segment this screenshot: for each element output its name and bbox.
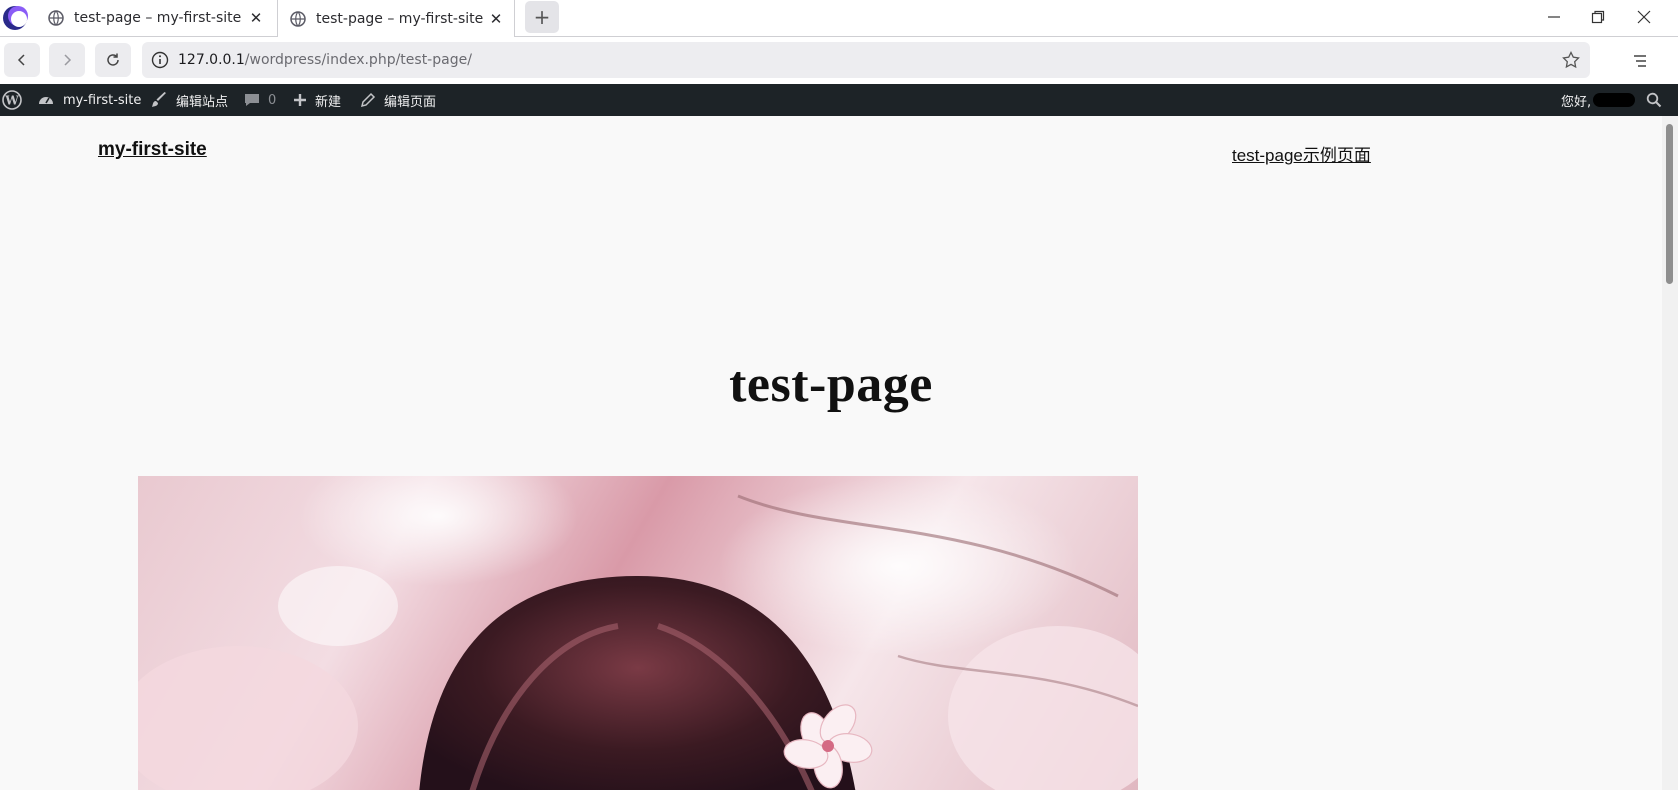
chevron-left-icon (17, 54, 25, 66)
admin-customize-label: 编辑站点 (176, 94, 229, 110)
browser-logo-icon[interactable] (0, 3, 30, 33)
close-tab-icon[interactable]: ✕ (244, 9, 268, 27)
page-scrollbar[interactable] (1662, 116, 1678, 790)
site-title-link[interactable]: my-first-site (98, 139, 207, 161)
info-icon[interactable] (151, 51, 169, 69)
globe-icon (48, 10, 64, 26)
close-window-icon[interactable] (1622, 0, 1666, 34)
url-host: 127.0.0.1 (178, 52, 245, 68)
nav-page-link[interactable]: test-page示例页面 (1232, 141, 1371, 166)
dashboard-icon (39, 97, 53, 104)
address-bar[interactable]: 127.0.0.1/wordpress/index.php/test-page/ (142, 42, 1590, 78)
page-title: test-page (729, 355, 933, 413)
reload-icon (107, 53, 119, 66)
new-tab-button[interactable]: + (525, 1, 559, 33)
minimize-icon[interactable] (1532, 0, 1576, 34)
bookmark-star-icon[interactable] (1562, 51, 1580, 69)
page-content: my-first-site test-page示例页面 test-page (0, 116, 1662, 790)
redacted-username (1593, 93, 1636, 107)
admin-edit-page-link[interactable]: 编辑页面 (360, 84, 436, 116)
wp-admin-bar: W my-first-site 编辑站点 0 新建 编辑页面 您好, (0, 84, 1678, 116)
url-path: /wordpress/index.php/test-page/ (244, 52, 472, 68)
navigation-toolbar: 127.0.0.1/wordpress/index.php/test-page/ (0, 37, 1678, 84)
globe-icon (290, 10, 306, 27)
admin-site-name: my-first-site (63, 92, 142, 108)
scrollbar-thumb[interactable] (1666, 124, 1673, 284)
tab-title: test-page – my-first-site (316, 10, 484, 27)
svg-text:W: W (4, 94, 19, 108)
admin-new-label: 新建 (315, 94, 342, 110)
featured-image (138, 476, 1138, 790)
forward-button[interactable] (49, 43, 85, 77)
plus-icon (294, 94, 306, 106)
admin-site-link[interactable]: my-first-site (37, 84, 141, 116)
admin-customize-link[interactable]: 编辑站点 (150, 84, 228, 116)
chevron-right-icon (64, 54, 72, 66)
admin-account-menu[interactable]: 您好, (1561, 84, 1636, 116)
search-icon[interactable] (1646, 84, 1670, 116)
reload-button[interactable] (95, 43, 131, 77)
admin-comments-link[interactable]: 0 (244, 84, 276, 116)
pencil-icon (360, 92, 376, 108)
close-tab-icon[interactable]: ✕ (484, 10, 508, 28)
back-button[interactable] (4, 43, 40, 77)
comment-icon (245, 94, 259, 106)
tab-1[interactable]: test-page – my-first-site ✕ (36, 0, 274, 36)
wordpress-logo-icon[interactable]: W (2, 84, 30, 116)
menu-icon[interactable] (1630, 51, 1650, 71)
tab-2[interactable]: test-page – my-first-site ✕ (277, 0, 515, 37)
comments-count: 0 (268, 92, 277, 108)
admin-new-link[interactable]: 新建 (293, 84, 341, 116)
admin-edit-page-label: 编辑页面 (384, 94, 437, 110)
browser-tab-strip: test-page – my-first-site ✕ test-page – … (0, 0, 1678, 37)
admin-greeting: 您好, (1561, 94, 1592, 110)
tab-title: test-page – my-first-site (74, 10, 242, 26)
brush-icon (152, 92, 166, 107)
restore-icon[interactable] (1576, 0, 1620, 34)
